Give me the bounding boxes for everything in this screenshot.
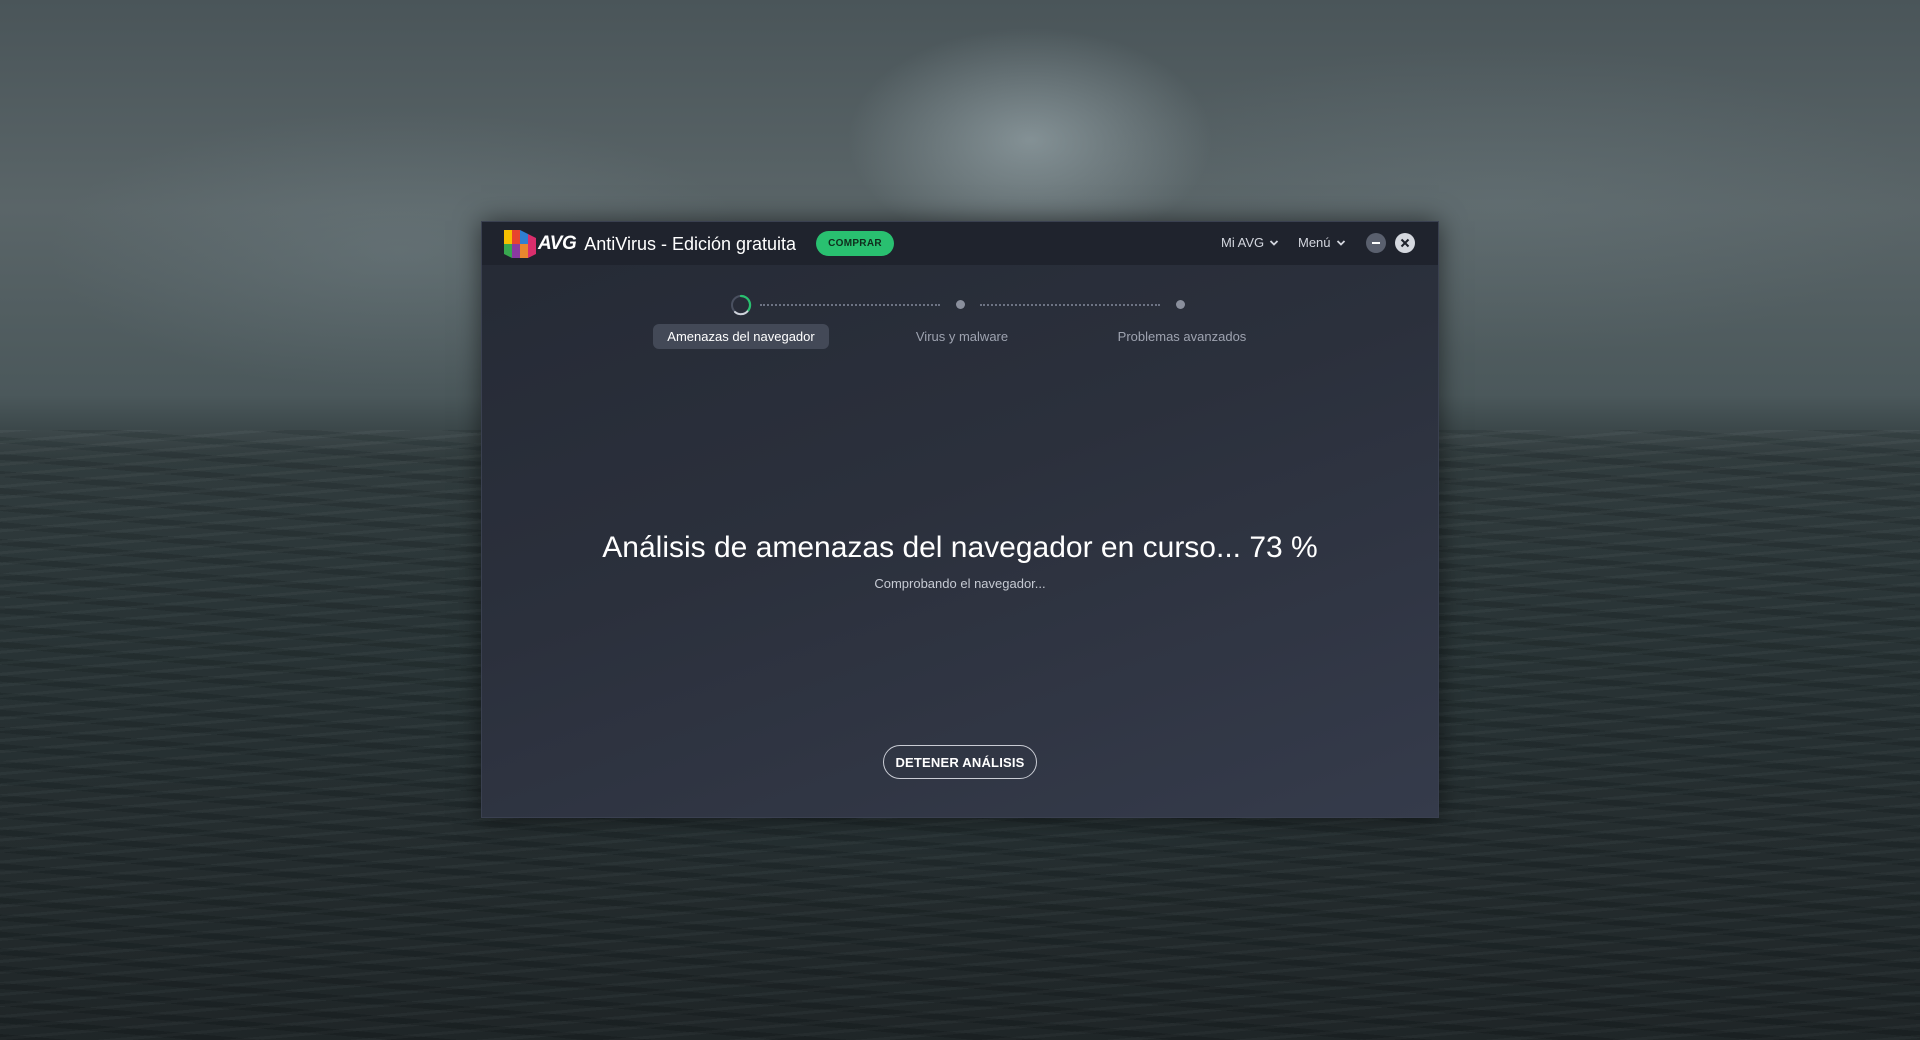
buy-button[interactable]: COMPRAR: [816, 231, 894, 256]
spinner-icon: [731, 294, 752, 316]
main-menu[interactable]: Menú: [1298, 235, 1346, 250]
stop-scan-button[interactable]: DETENER ANÁLISIS: [883, 745, 1037, 779]
step-connector: [980, 304, 1160, 306]
app-brand: AVG AntiVirus - Edición gratuita: [504, 230, 796, 258]
step-dot: [956, 300, 965, 309]
step-label-advanced-problems: Problemas avanzados: [1117, 329, 1247, 344]
step-label-browser-threats: Amenazas del navegador: [653, 324, 829, 349]
my-avg-menu[interactable]: Mi AVG: [1221, 235, 1279, 250]
close-icon: [1400, 238, 1410, 248]
minimize-icon: [1372, 242, 1380, 244]
step-connector: [760, 304, 940, 306]
chevron-down-icon: [1336, 239, 1345, 246]
chevron-down-icon: [1269, 239, 1279, 246]
step-label-virus-malware: Virus y malware: [915, 329, 1009, 344]
my-avg-label: Mi AVG: [1221, 235, 1265, 250]
scan-status-title: Análisis de amenazas del navegador en cu…: [602, 531, 1318, 564]
scan-status-subtitle: Comprobando el navegador...: [874, 576, 1046, 591]
title-bar[interactable]: AVG AntiVirus - Edición gratuita COMPRAR…: [482, 222, 1438, 265]
close-button[interactable]: [1395, 233, 1415, 253]
scan-stepper: [482, 294, 1438, 316]
avg-app-window: AVG AntiVirus - Edición gratuita COMPRAR…: [481, 221, 1439, 818]
menu-label: Menú: [1298, 235, 1331, 250]
avg-logo-icon: [504, 230, 536, 258]
step-dot: [1176, 300, 1185, 309]
brand-name: AVG: [538, 233, 577, 254]
product-name: AntiVirus - Edición gratuita: [584, 233, 797, 254]
minimize-button[interactable]: [1366, 233, 1386, 253]
